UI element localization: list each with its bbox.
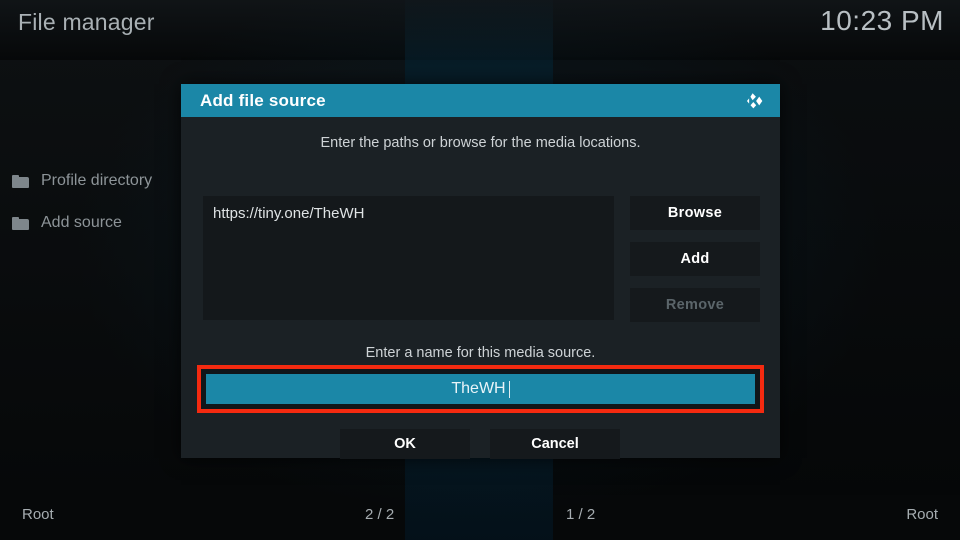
sidebar-item-add-source[interactable]: Add source (0, 202, 200, 244)
status-left-root: Root (22, 506, 54, 523)
text-caret (508, 380, 510, 398)
sidebar-item-label: Add source (41, 214, 122, 231)
sidebar-item-profile-directory[interactable]: Profile directory (0, 160, 200, 202)
add-file-source-dialog: Add file source Enter the paths or brows… (181, 84, 780, 459)
kodi-logo-icon (744, 90, 766, 112)
status-right-page: 1 / 2 (566, 506, 596, 523)
ok-button[interactable]: OK (340, 429, 470, 459)
browse-button[interactable]: Browse (630, 196, 760, 230)
sidebar-item-label: Profile directory (41, 172, 153, 189)
path-actions: Browse Add Remove (630, 196, 760, 334)
folder-icon (12, 174, 29, 188)
sidebar: Profile directory Add source (0, 160, 200, 244)
page-title: File manager (18, 9, 155, 35)
status-bar: Root 2 / 2 1 / 2 Root (0, 494, 960, 540)
dialog-title: Add file source (200, 90, 326, 110)
status-right-root: Root (906, 506, 938, 523)
remove-button: Remove (630, 288, 760, 322)
dialog-body: Enter the paths or browse for the media … (181, 117, 780, 459)
dialog-header: Add file source (181, 84, 780, 117)
clock-label: 10:23 PM (820, 5, 944, 36)
path-list[interactable]: https://tiny.one/TheWH (203, 196, 614, 320)
source-name-value: TheWH (451, 380, 506, 397)
status-left-page: 2 / 2 (365, 506, 395, 523)
add-button[interactable]: Add (630, 242, 760, 276)
source-name-input[interactable]: TheWH (206, 374, 755, 404)
folder-icon (12, 216, 29, 230)
paths-hint-label: Enter the paths or browse for the media … (320, 135, 641, 151)
path-list-item[interactable]: https://tiny.one/TheWH (203, 196, 614, 222)
cancel-button[interactable]: Cancel (490, 429, 620, 459)
kodi-file-manager-screen: File manager 10:23 PM Profile directory … (0, 0, 960, 540)
name-hint-label: Enter a name for this media source. (365, 345, 596, 361)
